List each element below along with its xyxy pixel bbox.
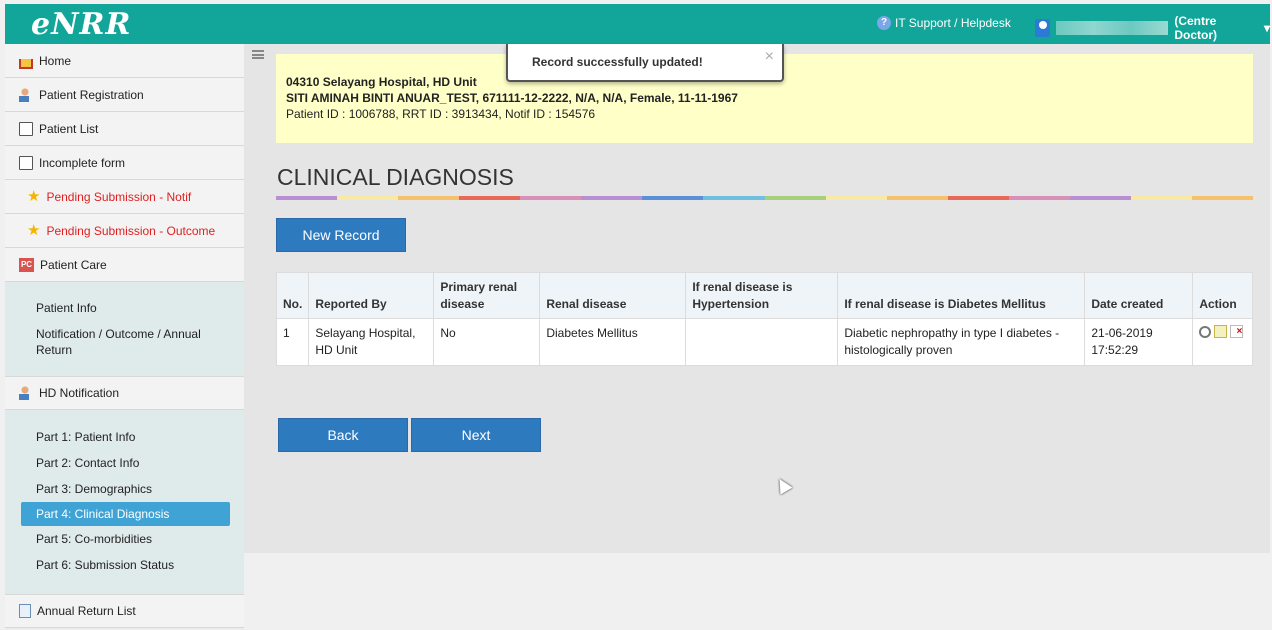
clipboard-icon <box>19 155 33 170</box>
user-role: (Centre Doctor) <box>1174 14 1217 42</box>
sidebar-subitem-patient-info[interactable]: Patient Info <box>5 300 244 316</box>
cell-no: 1 <box>275 318 310 366</box>
patient-care-submenu: Patient Info Notification / Outcome / An… <box>5 282 244 376</box>
cell-primary-renal: No <box>433 318 541 366</box>
user-icon <box>19 386 33 400</box>
patient-details: SITI AMINAH BINTI ANUAR_TEST, 671111-12-… <box>286 91 738 105</box>
sidebar-item-label: Patient Registration <box>39 87 144 102</box>
title-divider <box>276 196 1253 200</box>
user-menu[interactable]: (Centre Doctor) ▾ <box>1035 14 1270 42</box>
hd-notification-submenu: Part 1: Patient Info Part 2: Contact Inf… <box>5 410 244 594</box>
col-header-primary-renal: Primary renal disease <box>433 272 541 319</box>
col-header-date-created: Date created <box>1084 272 1194 319</box>
divider-segment <box>1008 196 1070 200</box>
help-icon: ? <box>877 16 891 30</box>
col-header-reported-by: Reported By <box>308 272 435 319</box>
next-button[interactable]: Next <box>411 418 541 452</box>
sidebar-subitem-part4-active[interactable]: Part 4: Clinical Diagnosis <box>21 502 230 526</box>
cell-date-created: 21-06-2019 17:52:29 <box>1084 318 1194 366</box>
divider-segment <box>825 196 887 200</box>
sidebar-item-hd-notification[interactable]: HD Notification <box>5 376 244 410</box>
sidebar-subitem-part1[interactable]: Part 1: Patient Info <box>5 424 244 450</box>
success-toast: Record successfully updated! × <box>506 44 784 82</box>
sidebar-item-annual-return-list[interactable]: Annual Return List <box>5 594 244 628</box>
sidebar-item-label: Patient List <box>39 121 99 136</box>
sidebar-item-patient-care[interactable]: PC Patient Care <box>5 248 244 282</box>
col-header-no: No. <box>275 272 310 319</box>
divider-segment <box>398 196 460 200</box>
sidebar-item-label: Patient Care <box>40 257 107 272</box>
new-record-button[interactable]: New Record <box>276 218 406 252</box>
sidebar-item-home[interactable]: Home <box>5 44 244 78</box>
delete-icon[interactable]: × <box>1230 325 1244 338</box>
divider-segment <box>886 196 948 200</box>
app-logo[interactable]: eNRR <box>31 7 131 42</box>
divider-segment <box>1191 196 1253 200</box>
toast-message: Record successfully updated! <box>532 55 703 69</box>
diagnosis-table: No. Reported By Primary renal disease Re… <box>275 272 1253 366</box>
helpdesk-link[interactable]: ? IT Support / Helpdesk <box>877 16 1011 30</box>
cell-hypertension <box>685 318 839 366</box>
cell-reported-by: Selayang Hospital, HD Unit <box>308 318 435 366</box>
menu-toggle-icon[interactable] <box>252 50 264 59</box>
mouse-cursor-icon <box>773 475 793 495</box>
sidebar-subitem-part2[interactable]: Part 2: Contact Info <box>5 450 244 476</box>
document-icon <box>19 604 31 618</box>
sidebar-subitem-part5[interactable]: Part 5: Co-morbidities <box>5 526 244 552</box>
divider-segment <box>1069 196 1131 200</box>
edit-icon[interactable] <box>1214 325 1228 338</box>
add-user-icon <box>19 87 33 102</box>
star-icon: ★ <box>27 221 41 239</box>
col-header-diabetes: If renal disease is Diabetes Mellitus <box>837 272 1086 319</box>
sidebar-item-pending-outcome[interactable]: ★ Pending Submission - Outcome <box>5 214 244 248</box>
patient-ids: Patient ID : 1006788, RRT ID : 3913434, … <box>286 107 596 121</box>
sidebar-subitem-notification-outcome[interactable]: Notification / Outcome / Annual Return <box>5 326 205 358</box>
sidebar-item-label: Pending Submission - Outcome <box>46 223 216 238</box>
divider-segment <box>703 196 765 200</box>
star-icon: ★ <box>27 187 41 205</box>
home-icon <box>19 58 33 69</box>
sidebar-item-label: Incomplete form <box>39 155 126 170</box>
divider-segment <box>276 196 338 200</box>
col-header-renal-disease: Renal disease <box>539 272 687 319</box>
top-bar: eNRR ? IT Support / Helpdesk (Centre Doc… <box>5 4 1270 44</box>
patient-care-icon: PC <box>19 257 34 272</box>
col-header-action: Action <box>1192 272 1253 319</box>
sidebar-item-label: Home <box>39 53 72 68</box>
close-icon[interactable]: × <box>765 48 774 66</box>
page-title: CLINICAL DIAGNOSIS <box>277 164 514 190</box>
divider-segment <box>947 196 1009 200</box>
list-icon <box>19 121 33 136</box>
sidebar-item-label: HD Notification <box>39 386 120 400</box>
helpdesk-label: IT Support / Helpdesk <box>895 16 1011 30</box>
sidebar-item-label: Pending Submission - Notif <box>46 189 192 204</box>
divider-segment <box>764 196 826 200</box>
divider-segment <box>520 196 582 200</box>
main-content: 04310 Selayang Hospital, HD Unit SITI AM… <box>244 44 1270 553</box>
user-name-redacted <box>1056 21 1169 35</box>
cell-diabetes: Diabetic nephropathy in type I diabetes … <box>837 318 1086 366</box>
sidebar-item-label: Annual Return List <box>37 604 136 618</box>
view-icon[interactable] <box>1199 325 1212 338</box>
divider-segment <box>459 196 521 200</box>
col-header-hypertension: If renal disease is Hypertension <box>685 272 839 319</box>
sidebar: Home Patient Registration Patient List I… <box>5 44 244 630</box>
sidebar-item-incomplete-form[interactable]: Incomplete form <box>5 146 244 180</box>
sidebar-item-patient-registration[interactable]: Patient Registration <box>5 78 244 112</box>
user-avatar-icon <box>1035 19 1051 37</box>
back-button[interactable]: Back <box>278 418 408 452</box>
divider-segment <box>337 196 399 200</box>
divider-segment <box>642 196 704 200</box>
sidebar-subitem-part3[interactable]: Part 3: Demographics <box>5 476 244 502</box>
divider-segment <box>1130 196 1192 200</box>
cell-renal-disease: Diabetes Mellitus <box>539 318 687 366</box>
table-header-row: No. Reported By Primary renal disease Re… <box>275 272 1253 319</box>
cell-action: × <box>1192 318 1253 366</box>
divider-segment <box>581 196 643 200</box>
chevron-down-icon: ▾ <box>1263 21 1270 35</box>
sidebar-item-patient-list[interactable]: Patient List <box>5 112 244 146</box>
sidebar-subitem-part6[interactable]: Part 6: Submission Status <box>5 552 244 578</box>
table-row: 1 Selayang Hospital, HD Unit No Diabetes… <box>275 318 1253 366</box>
sidebar-item-pending-notif[interactable]: ★ Pending Submission - Notif <box>5 180 244 214</box>
